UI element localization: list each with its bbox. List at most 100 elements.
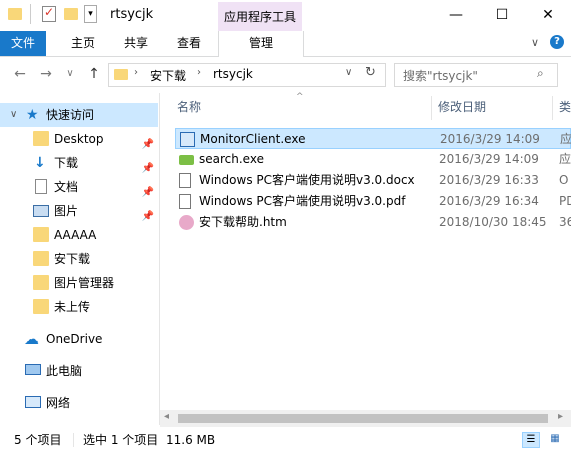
details-view-icon[interactable]: ☰ <box>522 432 540 448</box>
nav-item-not-uploaded[interactable]: 未上传 <box>0 295 158 319</box>
folder-icon <box>114 69 128 80</box>
scroll-right-icon[interactable]: ▸ <box>558 411 563 422</box>
tab-share[interactable]: 共享 <box>124 31 148 56</box>
nav-item-picture-manager[interactable]: 图片管理器 <box>0 271 158 295</box>
file-name: search.exe <box>199 152 264 166</box>
address-bar[interactable]: › 安下载 › rtsycjk ∨ ↻ <box>108 63 386 87</box>
nav-quick-access[interactable]: ∨ ★ 快速访问 <box>0 103 158 127</box>
table-row[interactable]: search.exe 2016/3/29 14:09 应 <box>175 149 571 170</box>
file-date: 2016/3/29 14:09 <box>440 132 540 146</box>
column-header-name[interactable]: 名称 <box>177 93 201 122</box>
new-folder-icon[interactable] <box>64 8 78 20</box>
exe-icon <box>180 132 195 147</box>
column-header-type[interactable]: 类型 <box>559 93 571 143</box>
nav-onedrive[interactable]: ☁ OneDrive <box>0 327 158 351</box>
search-icon[interactable]: ⌕ <box>537 66 544 81</box>
chevron-right-icon[interactable]: › <box>134 67 138 78</box>
status-selected: 选中 1 个项目 <box>83 433 159 447</box>
nav-label: 网络 <box>46 396 71 410</box>
table-row[interactable]: Windows PC客户端使用说明v3.0.docx 2016/3/29 16:… <box>175 170 571 191</box>
up-button[interactable]: ↑ <box>84 64 104 84</box>
nav-network[interactable]: 网络 <box>0 391 158 415</box>
close-button[interactable]: ✕ <box>525 0 571 30</box>
tab-file[interactable]: 文件 <box>0 31 46 56</box>
refresh-icon[interactable]: ↻ <box>365 65 376 80</box>
file-date: 2018/10/30 18:45 <box>439 215 547 229</box>
properties-icon[interactable]: ✓ <box>42 5 56 22</box>
context-tab-label: 应用程序工具 <box>223 10 296 24</box>
status-item-count: 5 个项目 <box>14 433 62 447</box>
status-size: 11.6 MB <box>166 433 216 447</box>
column-divider[interactable] <box>431 96 432 120</box>
exe-icon <box>179 155 194 165</box>
nav-item-anxiazai[interactable]: 安下载 <box>0 247 158 271</box>
pdf-icon <box>179 194 191 209</box>
nav-label: Desktop <box>54 132 104 146</box>
tab-manage[interactable]: 管理 <box>218 31 304 57</box>
file-type: O <box>559 173 569 187</box>
chevron-right-icon[interactable]: › <box>197 67 201 78</box>
chevron-down-icon[interactable]: ∨ <box>531 36 539 49</box>
file-date: 2016/3/29 16:33 <box>439 173 539 187</box>
nav-label: 文档 <box>54 180 79 194</box>
window-title: rtsycjk <box>110 7 154 22</box>
breadcrumb-item[interactable]: 安下载 <box>150 67 186 84</box>
document-icon <box>35 179 47 194</box>
forward-button[interactable]: → <box>36 64 56 84</box>
nav-item-aaaaa[interactable]: AAAAA <box>0 223 158 247</box>
file-type: PD <box>559 194 571 208</box>
column-divider[interactable] <box>552 96 553 120</box>
file-name: MonitorClient.exe <box>200 132 306 146</box>
nav-item-downloads[interactable]: ↓ 下载 📌 <box>0 151 158 175</box>
nav-label: 未上传 <box>54 300 91 314</box>
maximize-button[interactable]: ☐ <box>479 0 525 30</box>
navigation-pane: ∨ ★ 快速访问 Desktop 📌 ↓ 下载 📌 文档 📌 图片 📌 AAAA… <box>0 93 158 425</box>
table-row[interactable]: MonitorClient.exe 2016/3/29 14:09 应 <box>175 128 571 149</box>
search-input[interactable]: 搜索"rtsycjk" ⌕ <box>394 63 558 87</box>
docx-icon <box>179 173 191 188</box>
scrollbar-thumb[interactable] <box>178 414 548 423</box>
tab-home[interactable]: 主页 <box>71 31 95 56</box>
nav-item-pictures[interactable]: 图片 📌 <box>0 199 158 223</box>
nav-item-desktop[interactable]: Desktop 📌 <box>0 127 158 151</box>
file-date: 2016/3/29 16:34 <box>439 194 539 208</box>
folder-icon <box>33 251 49 266</box>
nav-label: OneDrive <box>46 332 103 346</box>
address-dropdown-icon[interactable]: ∨ <box>345 67 352 78</box>
recent-locations-button[interactable]: ∨ <box>60 64 80 84</box>
minimize-button[interactable]: — <box>433 0 479 30</box>
folder-icon <box>33 299 49 314</box>
folder-icon <box>33 131 49 146</box>
chevron-down-icon[interactable]: ∨ <box>10 103 17 127</box>
nav-label: 图片管理器 <box>54 276 115 290</box>
file-type: 应 <box>560 132 571 146</box>
back-button[interactable]: ← <box>10 64 30 84</box>
nav-this-pc[interactable]: 此电脑 <box>0 359 158 383</box>
horizontal-scrollbar[interactable]: ◂ ▸ <box>160 410 571 427</box>
customize-toolbar-icon[interactable]: ▾ <box>84 5 97 23</box>
nav-item-documents[interactable]: 文档 📌 <box>0 175 158 199</box>
nav-label: 图片 <box>54 204 79 218</box>
file-type: 36 <box>559 215 571 229</box>
sort-up-icon: ^ <box>296 92 304 102</box>
nav-label: 下载 <box>54 156 79 170</box>
pane-divider[interactable] <box>159 93 160 425</box>
table-row[interactable]: 安下载帮助.htm 2018/10/30 18:45 36 <box>175 212 571 233</box>
column-header-date[interactable]: 修改日期 <box>438 93 486 122</box>
search-placeholder: 搜索"rtsycjk" <box>403 69 478 83</box>
help-icon[interactable]: ? <box>550 35 564 49</box>
table-row[interactable]: Windows PC客户端使用说明v3.0.pdf 2016/3/29 16:3… <box>175 191 571 212</box>
nav-label: AAAAA <box>54 228 97 242</box>
scroll-left-icon[interactable]: ◂ <box>164 411 169 422</box>
download-icon: ↓ <box>34 155 46 171</box>
star-icon: ★ <box>26 107 39 123</box>
tab-view[interactable]: 查看 <box>177 31 201 56</box>
large-icons-view-icon[interactable]: ▦ <box>546 432 564 448</box>
pictures-icon <box>33 205 49 217</box>
breadcrumb-item[interactable]: rtsycjk <box>213 67 253 81</box>
context-tab-header: 应用程序工具 <box>218 2 302 32</box>
file-date: 2016/3/29 14:09 <box>439 152 539 166</box>
folder-icon <box>33 227 49 242</box>
htm-icon <box>179 215 194 230</box>
file-name: Windows PC客户端使用说明v3.0.docx <box>199 173 415 187</box>
